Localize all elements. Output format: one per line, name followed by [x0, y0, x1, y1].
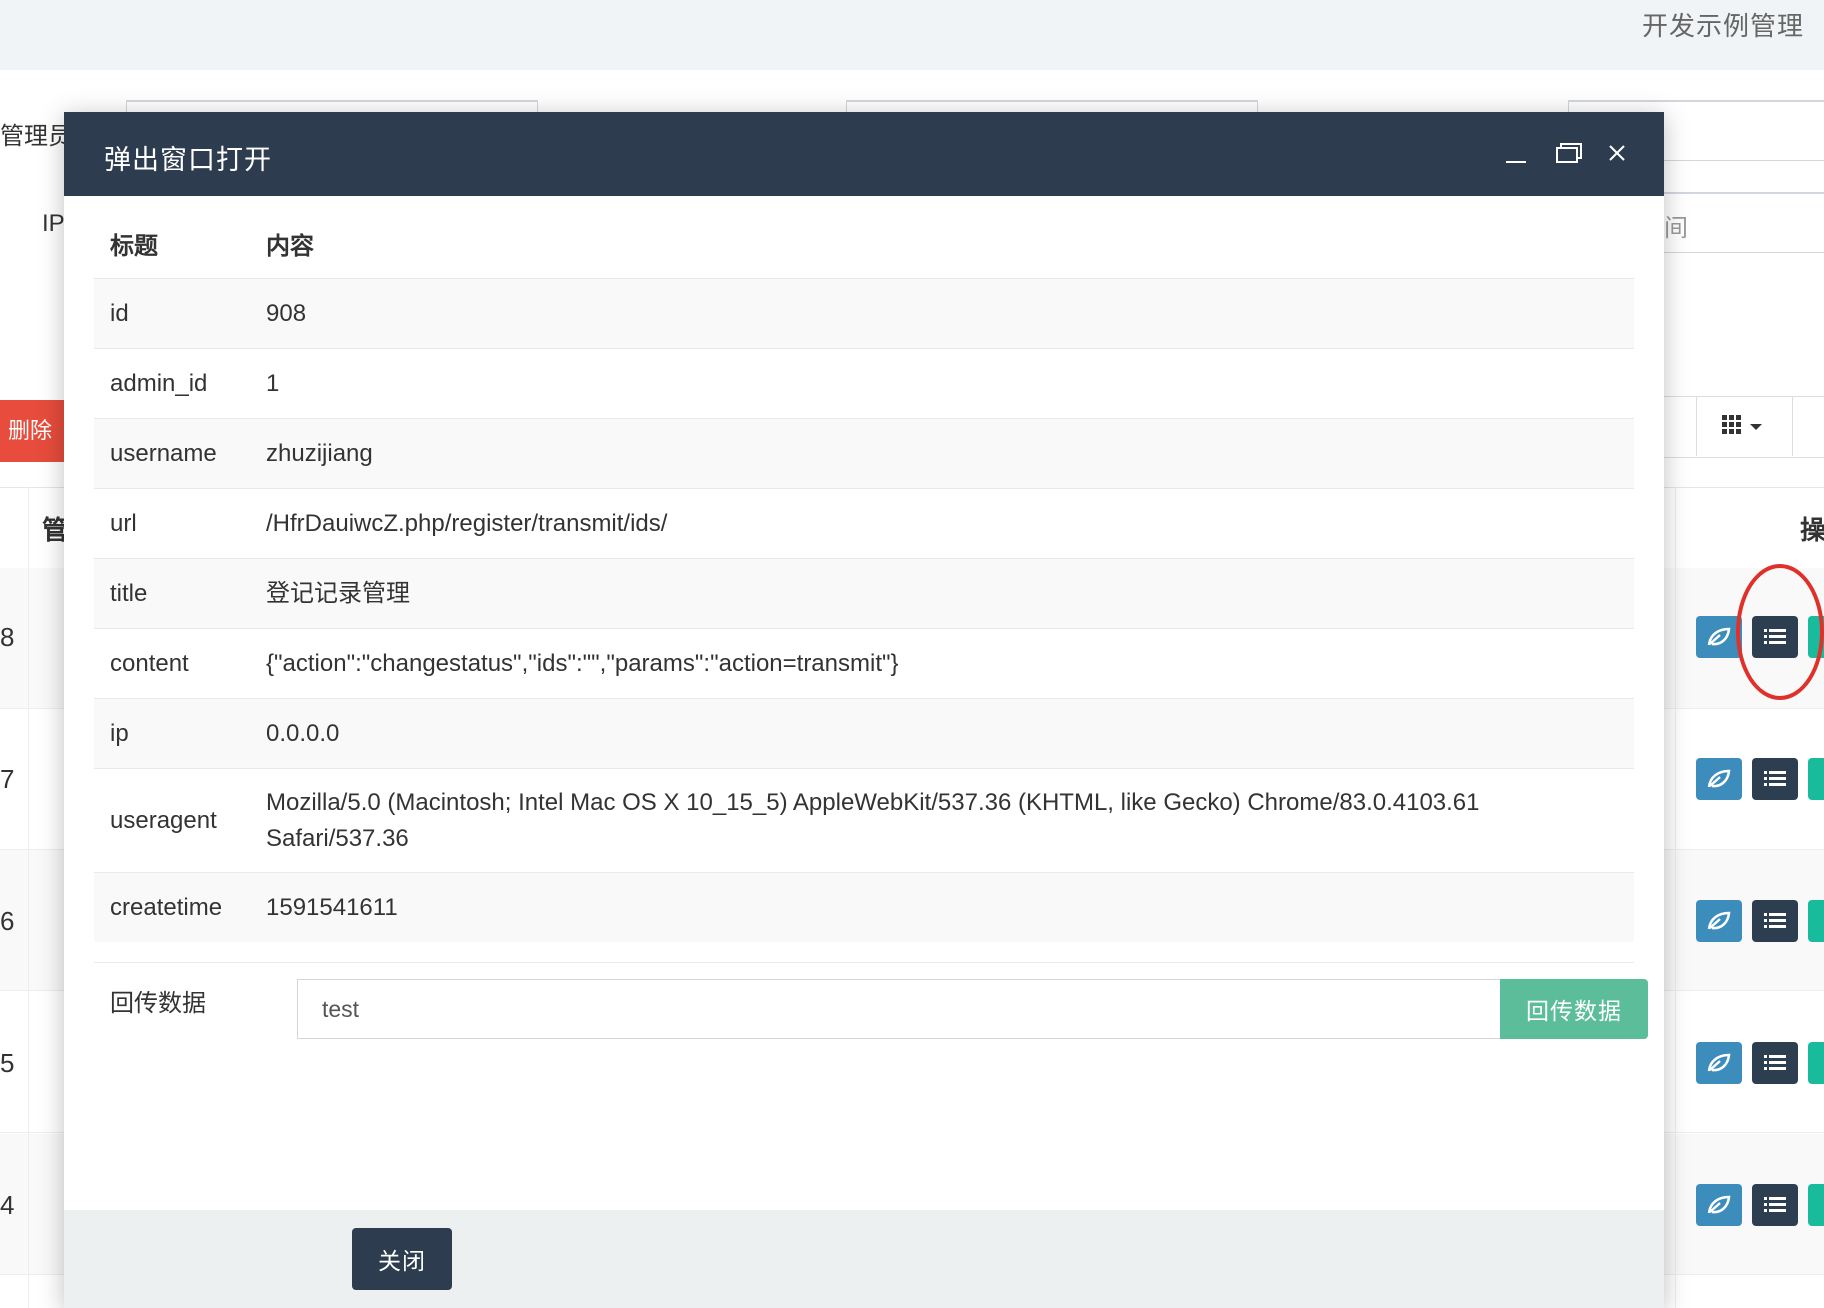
minimize-icon — [1506, 161, 1526, 163]
dialog-title: 弹出窗口打开 — [104, 145, 272, 175]
row-value: 908 — [250, 278, 1634, 349]
list-icon — [1764, 771, 1786, 786]
row-key: url — [94, 488, 250, 559]
time-placeholder: 间 — [1664, 215, 1688, 242]
ip-label: IP — [42, 210, 65, 237]
list-icon — [1764, 1197, 1786, 1212]
row-key: content — [94, 628, 250, 699]
delete-button[interactable]: 删除 — [0, 400, 64, 462]
detail-table: 标题 内容 id 908 admin_id 1 username zhuziji… — [94, 196, 1634, 942]
table-row: id 908 — [94, 278, 1634, 349]
annotation-circle — [1736, 564, 1824, 700]
row-value: {"action":"changestatus","ids":"","param… — [250, 628, 1634, 699]
callback-label: 回传数据 — [110, 990, 206, 1017]
column-header-operate: 操 — [1800, 515, 1824, 545]
row-id: 5 — [0, 1048, 15, 1078]
table-row: url /HfrDauiwcZ.php/register/transmit/id… — [94, 488, 1634, 559]
row-id: 4 — [0, 1190, 15, 1220]
leaf-button[interactable] — [1696, 1042, 1742, 1084]
list-icon — [1764, 913, 1786, 928]
leaf-icon — [1707, 769, 1731, 788]
admin-label: 管理员 — [0, 123, 72, 150]
row-value: /HfrDauiwcZ.php/register/transmit/ids/ — [250, 488, 1634, 559]
detail-button[interactable] — [1752, 900, 1798, 942]
toolbar-divider — [1696, 396, 1697, 456]
table-row: username zhuzijiang — [94, 418, 1634, 489]
edit-button[interactable] — [1808, 758, 1824, 800]
columns-toggle-button[interactable] — [1720, 412, 1770, 440]
minimize-button[interactable] — [1496, 134, 1536, 174]
table-row: content {"action":"changestatus","ids":"… — [94, 628, 1634, 699]
callback-submit-button[interactable]: 回传数据 — [1500, 979, 1648, 1039]
row-value: Mozilla/5.0 (Macintosh; Intel Mac OS X 1… — [250, 768, 1634, 873]
row-id: 8 — [0, 622, 15, 652]
close-icon — [1609, 145, 1625, 161]
page-title: 开发示例管理 — [1641, 11, 1804, 41]
leaf-button[interactable] — [1696, 900, 1742, 942]
list-icon — [1764, 1055, 1786, 1070]
table-row: title 登记记录管理 — [94, 558, 1634, 629]
row-key: id — [94, 278, 250, 349]
detail-button[interactable] — [1752, 1042, 1798, 1084]
row-key: useragent — [94, 768, 250, 873]
leaf-icon — [1707, 911, 1731, 930]
edit-button[interactable] — [1808, 1042, 1824, 1084]
header-value: 内容 — [266, 232, 314, 260]
leaf-icon — [1707, 627, 1731, 646]
top-navbar — [0, 0, 1824, 70]
detail-table-header: 标题 内容 — [94, 196, 1634, 279]
close-window-button[interactable] — [1598, 134, 1638, 174]
header-key: 标题 — [110, 232, 158, 260]
leaf-icon — [1707, 1053, 1731, 1072]
detail-button[interactable] — [1752, 758, 1798, 800]
row-id: 6 — [0, 906, 15, 936]
row-value: 1591541611 — [250, 872, 1634, 942]
row-value: zhuzijiang — [250, 418, 1634, 489]
row-key: title — [94, 558, 250, 629]
row-key: ip — [94, 698, 250, 769]
row-key: createtime — [94, 872, 250, 942]
callback-input[interactable] — [297, 979, 1505, 1039]
leaf-button[interactable] — [1696, 758, 1742, 800]
row-value: 0.0.0.0 — [250, 698, 1634, 769]
leaf-icon — [1707, 1195, 1731, 1214]
close-button[interactable]: 关闭 — [352, 1228, 452, 1290]
leaf-button[interactable] — [1696, 1184, 1742, 1226]
row-value: 登记记录管理 — [250, 558, 1634, 629]
column-divider — [28, 487, 29, 1308]
grid-icon — [1722, 415, 1762, 434]
toolbar-divider — [1792, 396, 1793, 456]
table-row: admin_id 1 — [94, 348, 1634, 419]
row-value: 1 — [250, 348, 1634, 419]
table-row: ip 0.0.0.0 — [94, 698, 1634, 769]
maximize-button[interactable] — [1548, 134, 1588, 174]
detail-button[interactable] — [1752, 1184, 1798, 1226]
column-divider — [1675, 487, 1676, 1308]
row-id: 7 — [0, 764, 15, 794]
table-row: createtime 1591541611 — [94, 872, 1634, 942]
table-row: useragent Mozilla/5.0 (Macintosh; Intel … — [94, 768, 1634, 873]
popup-dialog: 弹出窗口打开 标题 内容 id 908 admin_id 1 username … — [64, 112, 1664, 1308]
row-key: username — [94, 418, 250, 489]
maximize-icon — [1556, 143, 1582, 163]
callback-row: 回传数据 回传数据 — [94, 962, 1648, 1043]
edit-button[interactable] — [1808, 900, 1824, 942]
leaf-button[interactable] — [1696, 616, 1742, 658]
row-key: admin_id — [94, 348, 250, 419]
dialog-footer: 关闭 — [64, 1210, 1664, 1308]
edit-button[interactable] — [1808, 1184, 1824, 1226]
dialog-header: 弹出窗口打开 — [64, 112, 1664, 196]
